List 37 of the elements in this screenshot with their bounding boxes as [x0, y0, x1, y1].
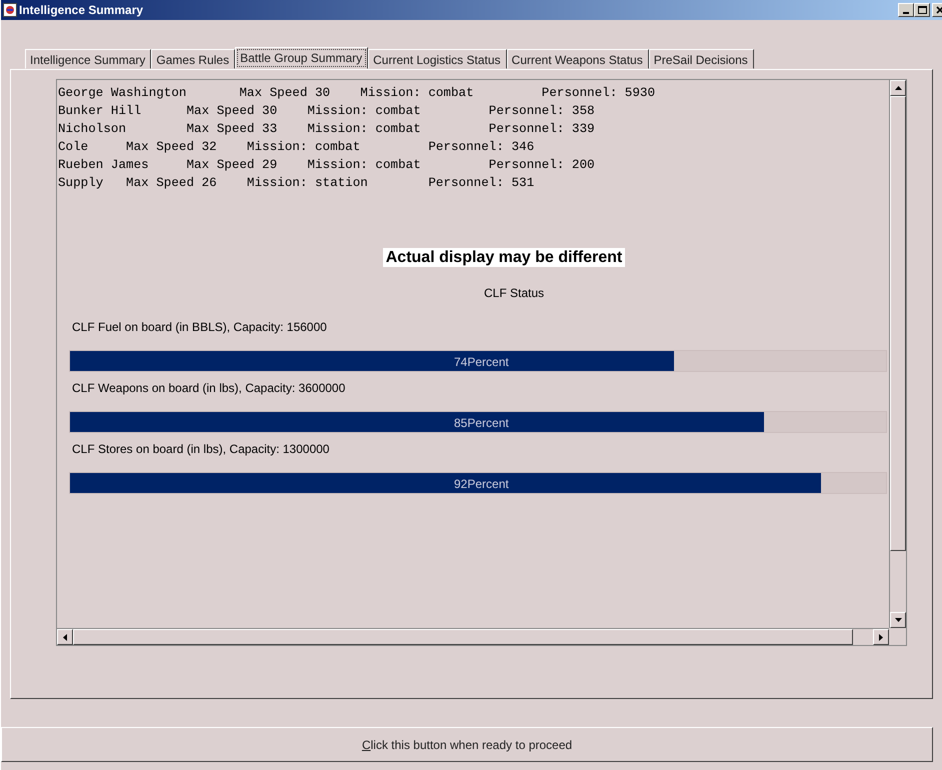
ship-row-text: Rueben James Max Speed 29 Mission: combat Personnel: 200	[57, 157, 595, 174]
maximize-button[interactable]	[914, 3, 930, 17]
capacity-label: CLF Fuel on board (in BBLS), Capacity: 156000	[72, 320, 327, 334]
window-title: Intelligence Summary	[19, 3, 144, 17]
vertical-scrollbar[interactable]	[889, 80, 906, 628]
scroll-left-button[interactable]	[57, 629, 73, 645]
tab[interactable]: Battle Group Summary	[235, 47, 368, 69]
capacity-label: CLF Weapons on board (in lbs), Capacity: 3600000	[72, 381, 346, 395]
left-arrow-icon	[63, 634, 67, 640]
tab[interactable]: PreSail Decisions	[648, 49, 754, 69]
percent-label: 92Percent	[454, 477, 509, 491]
tab[interactable]: Games Rules	[151, 49, 236, 69]
percent-label: 74Percent	[454, 355, 509, 369]
ship-row-text: Cole Max Speed 32 Mission: combat Personnel: 346	[57, 139, 534, 156]
notice-label: Actual display may be different	[382, 248, 626, 267]
percent-label: 85Percent	[454, 416, 509, 430]
tab[interactable]: Current Weapons Status	[506, 49, 649, 69]
app-icon	[3, 3, 17, 17]
scroll-up-button[interactable]	[890, 80, 906, 96]
up-arrow-icon	[894, 86, 902, 90]
scroll-down-button[interactable]	[890, 612, 906, 628]
minimize-button[interactable]	[898, 3, 914, 17]
close-icon	[936, 6, 942, 14]
chart-title: CLF Status	[484, 286, 544, 300]
ship-row-text: Supply Max Speed 26 Mission: station Personnel: 531	[57, 175, 534, 192]
ship-row-text: Nicholson Max Speed 33 Mission: combat Personnel: 339	[57, 121, 595, 138]
scroll-right-button[interactable]	[873, 629, 889, 645]
proceed-button[interactable]: Click this button when ready to proceed	[1, 727, 933, 762]
tab[interactable]: Current Logistics Status	[368, 49, 507, 69]
scrollbar-thumb[interactable]	[890, 96, 906, 551]
tab[interactable]: Intelligence Summary	[25, 49, 152, 69]
maximize-icon	[918, 6, 926, 14]
right-arrow-icon	[879, 634, 883, 640]
down-arrow-icon	[894, 618, 902, 622]
ship-row-text: George Washington Max Speed 30 Mission: combat Personnel: 5930	[57, 85, 656, 102]
capacity-label: CLF Stores on board (in lbs), Capacity: 1300000	[72, 442, 330, 456]
ship-row-text: Bunker Hill Max Speed 30 Mission: combat Personnel: 358	[57, 103, 595, 120]
